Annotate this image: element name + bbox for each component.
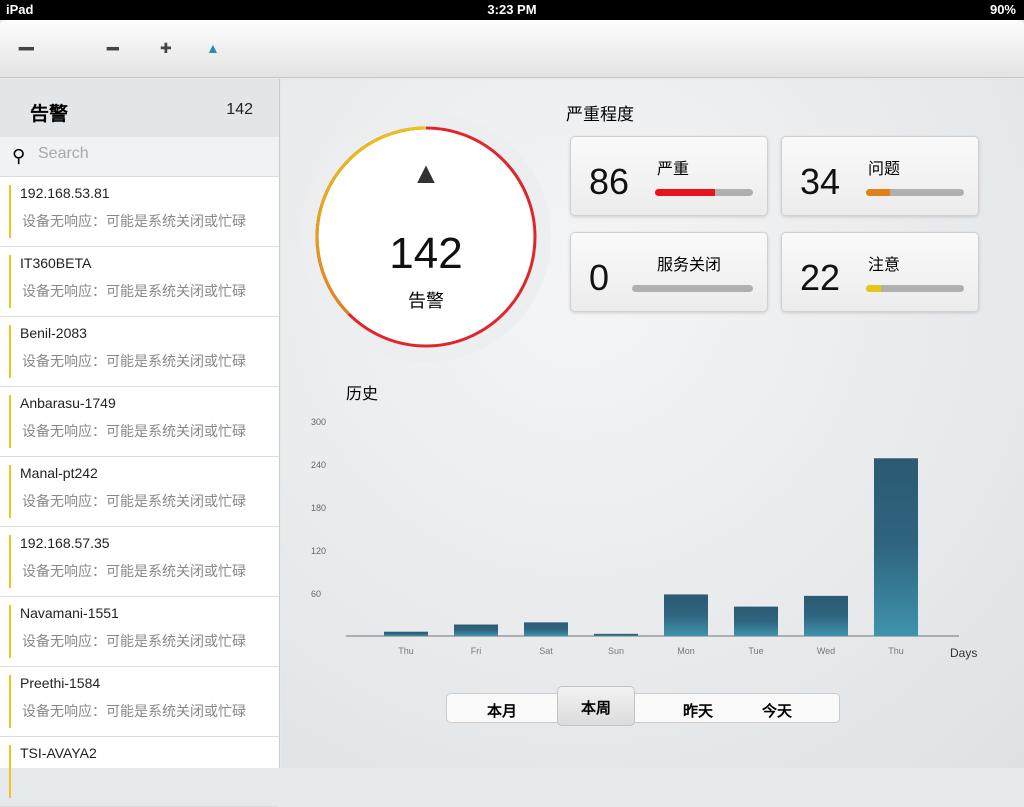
alarm-list-item[interactable]: IT360BETA 设备无响应：可能是系统关闭或忙碌 [0, 247, 279, 317]
history-chart: 60 120 180 240 300 Thu Fri Sat Sun Mon Tue Wed Thu Da… [311, 417, 977, 660]
alarm-list-item[interactable]: Anbarasu-1749 设备无响应：可能是系统关闭或忙碌 [0, 387, 279, 457]
x-tick-label: Tue [748, 646, 763, 656]
alarm-list-item[interactable]: 192.168.53.81 设备无响应：可能是系统关闭或忙碌 [0, 177, 279, 247]
bar [384, 631, 428, 636]
device-name: IT360BETA [20, 255, 92, 271]
severity-card[interactable]: 22 注意 [781, 232, 979, 312]
x-tick-label: Thu [398, 646, 414, 656]
device-name: Navamani-1551 [20, 605, 119, 621]
segment-week[interactable]: 本周 [557, 686, 635, 726]
x-tick-label: Sun [608, 646, 624, 656]
alarm-tree-icon[interactable]: ▲ [206, 40, 220, 56]
alarm-list-item[interactable]: 192.168.57.35 设备无响应：可能是系统关闭或忙碌 [0, 527, 279, 597]
alarm-message: 设备无响应：可能是系统关闭或忙碌 [22, 213, 246, 229]
alarm-tree-icon: ▲ [411, 157, 441, 190]
severity-count: 34 [800, 161, 841, 202]
search-icon: ⚲ [12, 146, 26, 166]
alarm-message: 设备无响应：可能是系统关闭或忙碌 [22, 493, 246, 509]
alarm-message: 设备无响应：可能是系统关闭或忙碌 [22, 703, 246, 719]
x-axis-label: Days [950, 646, 977, 660]
bar [664, 594, 708, 636]
segment-month[interactable]: 本月 [487, 700, 517, 721]
alarm-summary-ring: ▲ 142 告警 [301, 112, 551, 362]
y-tick-label: 240 [311, 460, 326, 470]
severity-bar [655, 189, 753, 196]
alarm-message: 设备无响应：可能是系统关闭或忙碌 [22, 633, 246, 649]
bar [594, 633, 638, 636]
severity-bar [632, 285, 753, 292]
main-panel: ▲ 142 告警 严重程度 86 严重 34 问题 0 服务关闭 22 注意 历史 60 120… [281, 79, 1024, 768]
alarm-count: 142 [226, 101, 253, 118]
y-tick-label: 120 [311, 546, 326, 556]
severity-card[interactable]: 86 严重 [570, 136, 768, 216]
alarm-list-item[interactable]: Manal-pt242 设备无响应：可能是系统关闭或忙碌 [0, 457, 279, 527]
severity-label: 问题 [868, 161, 901, 178]
total-label: 告警 [408, 291, 444, 311]
severity-label: 服务关闭 [657, 257, 722, 274]
device-name: 192.168.53.81 [20, 185, 110, 201]
severity-bar [866, 285, 964, 292]
bar [454, 624, 498, 636]
alarm-message: 设备无响应：可能是系统关闭或忙碌 [22, 563, 246, 579]
bar [804, 595, 848, 636]
x-tick-label: Thu [888, 646, 904, 656]
device-name: Benil-2083 [20, 325, 87, 341]
severity-count: 22 [800, 257, 841, 298]
y-tick-label: 60 [311, 589, 321, 599]
alarm-list-item[interactable]: TSI-AVAYA2 [0, 737, 279, 807]
segment-today[interactable]: 今天 [762, 700, 792, 721]
device-name: 192.168.57.35 [20, 535, 110, 551]
severity-card[interactable]: 0 服务关闭 [570, 232, 768, 312]
alarm-message: 设备无响应：可能是系统关闭或忙碌 [22, 283, 246, 299]
x-tick-label: Fri [471, 646, 482, 656]
toolbar: ▪▪▪▪▪ ▪▪▪▪ ✚ ▲ [0, 20, 1024, 78]
severity-label: 注意 [868, 257, 901, 274]
history-title: 历史 [346, 386, 379, 403]
alarm-list-item[interactable]: Preethi-1584 设备无响应：可能是系统关闭或忙碌 [0, 667, 279, 737]
severity-card[interactable]: 34 问题 [781, 136, 979, 216]
battery: 90% [989, 2, 1016, 17]
bar [874, 458, 918, 636]
x-tick-label: Mon [677, 646, 695, 656]
status-bar: iPad 3:23 PM 90% [0, 0, 1024, 20]
device-name: TSI-AVAYA2 [20, 745, 97, 761]
period-selector: 本月 本周 昨天 今天 [446, 686, 840, 726]
x-tick-label: Wed [817, 646, 835, 656]
cross-icon[interactable]: ✚ [160, 40, 172, 57]
alarm-sidebar: 告警142 ⚲ 192.168.53.81设备无响应：可能是系统关闭或忙碌IT3… [0, 79, 280, 807]
bar [524, 622, 568, 636]
severity-title: 严重程度 [566, 105, 634, 124]
severity-count: 86 [589, 161, 630, 202]
device-name: Preethi-1584 [20, 675, 101, 691]
y-tick-label: 180 [311, 503, 326, 513]
severity-count: 0 [589, 257, 610, 298]
segment-yesterday[interactable]: 昨天 [683, 700, 713, 721]
search-input[interactable] [38, 145, 258, 163]
alarm-message: 设备无响应：可能是系统关闭或忙碌 [22, 353, 246, 369]
device-name: Anbarasu-1749 [20, 395, 116, 411]
alarm-list-item[interactable]: Navamani-1551 设备无响应：可能是系统关闭或忙碌 [0, 597, 279, 667]
total-alarms: 142 [389, 229, 463, 278]
bar [734, 606, 778, 636]
clock: 3:23 PM [487, 2, 537, 17]
alarm-message: 设备无响应：可能是系统关闭或忙碌 [22, 423, 246, 439]
severity-bar [866, 189, 964, 196]
severity-label: 严重 [657, 161, 690, 178]
x-tick-label: Sat [539, 646, 553, 656]
alarm-list-item[interactable]: Benil-2083 设备无响应：可能是系统关闭或忙碌 [0, 317, 279, 387]
grid-icon[interactable]: ▪▪▪▪ [106, 40, 120, 56]
list-grid-icon[interactable]: ▪▪▪▪▪ [18, 40, 35, 56]
y-tick-label: 300 [311, 417, 326, 427]
sidebar-title: 告警 [30, 104, 69, 125]
device-name: Manal-pt242 [20, 465, 98, 481]
